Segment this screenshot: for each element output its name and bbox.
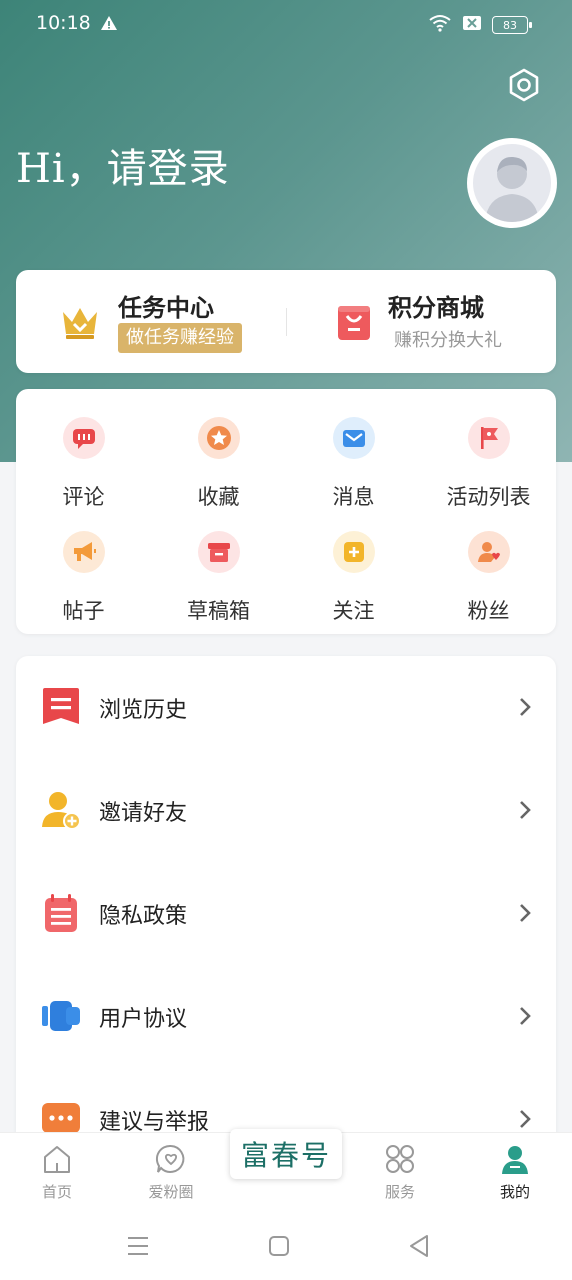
grid-item-comments[interactable]: 评论 bbox=[16, 403, 151, 513]
grid-item-fans[interactable]: 粉丝 bbox=[421, 517, 556, 627]
default-avatar-icon bbox=[473, 144, 551, 222]
battery-indicator: 83 bbox=[492, 16, 532, 34]
grid-item-drafts[interactable]: 草稿箱 bbox=[151, 517, 286, 627]
tab-profile[interactable]: 我的 bbox=[458, 1133, 572, 1213]
fan-circle-icon bbox=[155, 1143, 187, 1175]
tab-fan-circle[interactable]: 爱粉圈 bbox=[114, 1133, 228, 1213]
tab-label: 服务 bbox=[384, 1183, 415, 1201]
invite-friend-icon bbox=[40, 789, 82, 831]
points-mall-title: 积分商城 bbox=[388, 294, 484, 322]
sim-off-icon bbox=[462, 15, 482, 35]
agreement-icon bbox=[40, 995, 82, 1037]
grid-item-activities[interactable]: 活动列表 bbox=[421, 403, 556, 513]
points-mall-entry[interactable]: 积分商城 赚积分换大礼 bbox=[286, 270, 556, 373]
task-center-title: 任务中心 bbox=[118, 294, 214, 322]
home-square-icon[interactable] bbox=[265, 1232, 293, 1260]
grid-item-messages[interactable]: 消息 bbox=[286, 403, 421, 513]
list-label: 邀请好友 bbox=[99, 801, 188, 826]
status-bar: 10:18 83 bbox=[0, 0, 572, 52]
grid-label: 关注 bbox=[332, 599, 375, 623]
shopping-bag-icon bbox=[332, 300, 376, 344]
grid-label: 草稿箱 bbox=[187, 599, 250, 623]
list-item-history[interactable]: 浏览历史 bbox=[16, 656, 556, 759]
grid-label: 活动列表 bbox=[446, 485, 531, 509]
status-icons: 83 bbox=[428, 14, 532, 36]
flag-icon bbox=[468, 417, 510, 459]
grid-label: 收藏 bbox=[197, 485, 240, 509]
drafts-box-icon bbox=[198, 531, 240, 573]
wifi-icon bbox=[428, 14, 452, 36]
warning-icon bbox=[100, 14, 118, 36]
feature-grid-card: 评论 收藏 消息 活动列表 帖子 草稿箱 关注 粉丝 bbox=[16, 389, 556, 634]
tab-home[interactable]: 首页 bbox=[0, 1133, 114, 1213]
follow-icon bbox=[333, 531, 375, 573]
grid-item-following[interactable]: 关注 bbox=[286, 517, 421, 627]
task-center-entry[interactable]: 任务中心 做任务赚经验 bbox=[16, 270, 286, 373]
grid-label: 消息 bbox=[332, 485, 375, 509]
list-label: 浏览历史 bbox=[99, 698, 188, 723]
list-item-agreement[interactable]: 用户协议 bbox=[16, 965, 556, 1068]
back-triangle-icon[interactable] bbox=[405, 1232, 433, 1260]
message-icon bbox=[333, 417, 375, 459]
profile-icon bbox=[499, 1143, 531, 1175]
chevron-right-icon bbox=[518, 902, 532, 924]
grid-item-posts[interactable]: 帖子 bbox=[16, 517, 151, 627]
history-icon bbox=[40, 686, 82, 728]
list-item-invite[interactable]: 邀请好友 bbox=[16, 759, 556, 862]
chevron-right-icon bbox=[518, 1005, 532, 1027]
system-nav-bar bbox=[0, 1212, 572, 1280]
points-mall-subtitle: 赚积分换大礼 bbox=[394, 330, 502, 351]
home-icon bbox=[41, 1143, 73, 1175]
list-label: 隐私政策 bbox=[99, 904, 188, 929]
tab-label: 爱粉圈 bbox=[148, 1183, 194, 1201]
tab-label: 我的 bbox=[499, 1183, 530, 1201]
task-center-subtitle: 做任务赚经验 bbox=[118, 323, 242, 353]
grid-label: 帖子 bbox=[62, 599, 105, 623]
star-icon bbox=[198, 417, 240, 459]
tab-services[interactable]: 服务 bbox=[343, 1133, 457, 1213]
login-prompt[interactable]: Hi，请登录 bbox=[16, 136, 230, 194]
list-label: 用户协议 bbox=[99, 1007, 188, 1032]
status-time: 10:18 bbox=[36, 12, 91, 34]
chevron-right-icon bbox=[518, 696, 532, 718]
grid-label: 评论 bbox=[62, 485, 105, 509]
quick-entry-card: 任务中心 做任务赚经验 积分商城 赚积分换大礼 bbox=[16, 270, 556, 373]
megaphone-icon bbox=[63, 531, 105, 573]
services-icon bbox=[384, 1143, 416, 1175]
list-item-privacy[interactable]: 隐私政策 bbox=[16, 862, 556, 965]
chevron-right-icon bbox=[518, 1108, 532, 1130]
menu-icon[interactable] bbox=[124, 1232, 152, 1260]
crown-icon bbox=[58, 300, 102, 344]
fans-icon bbox=[468, 531, 510, 573]
comment-icon bbox=[63, 417, 105, 459]
settings-hex-icon bbox=[509, 68, 539, 102]
tab-label: 首页 bbox=[41, 1183, 72, 1201]
grid-label: 粉丝 bbox=[467, 599, 510, 623]
chevron-right-icon bbox=[518, 799, 532, 821]
privacy-icon bbox=[40, 892, 82, 934]
grid-item-favorites[interactable]: 收藏 bbox=[151, 403, 286, 513]
settings-button[interactable] bbox=[505, 66, 543, 104]
avatar[interactable] bbox=[467, 138, 557, 228]
center-logo-button[interactable]: 富春号 bbox=[230, 1129, 342, 1179]
